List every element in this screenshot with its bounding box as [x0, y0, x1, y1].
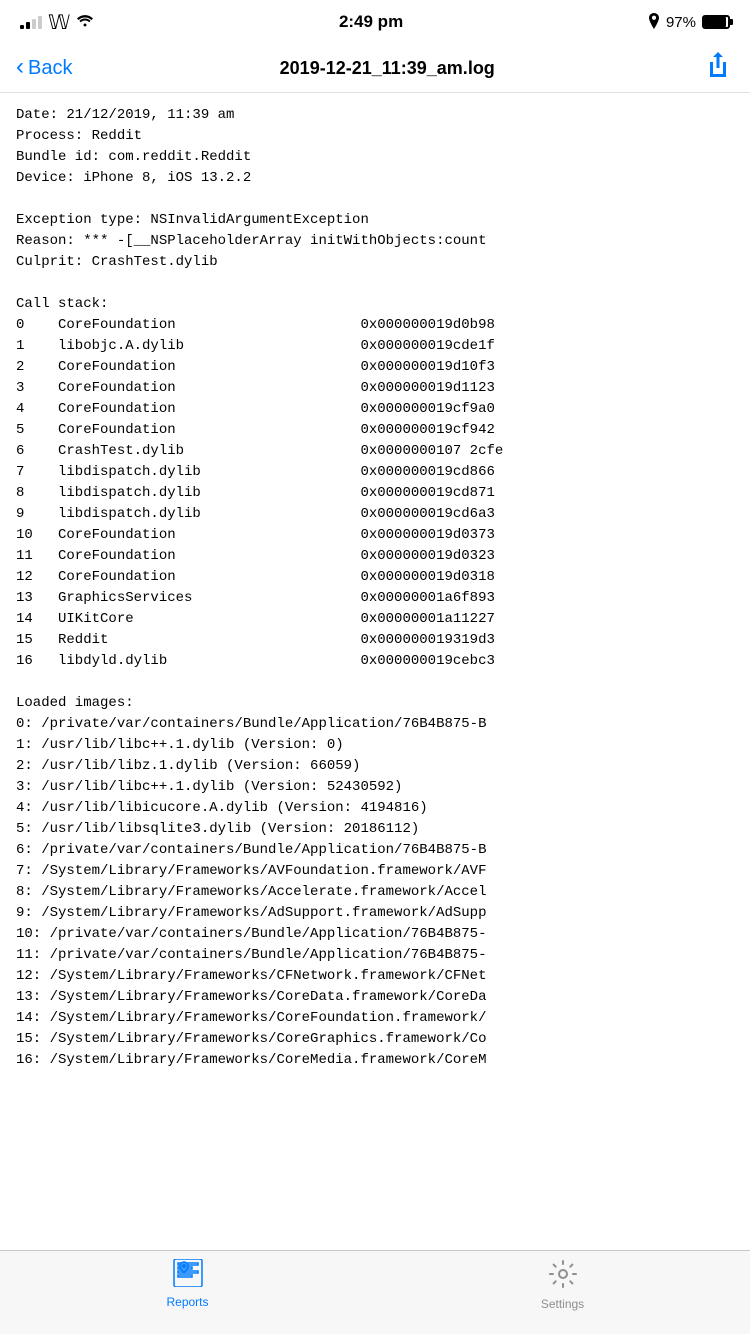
battery-percentage: 97%	[666, 14, 696, 31]
back-label: Back	[28, 57, 72, 80]
log-content: Date: 21/12/2019, 11:39 am Process: Redd…	[0, 93, 750, 1083]
settings-icon	[548, 1259, 578, 1293]
status-right: 97%	[648, 13, 730, 32]
tab-reports-label: Reports	[166, 1295, 208, 1309]
back-chevron-icon: ‹	[16, 55, 24, 79]
status-left: 𝕎	[20, 10, 94, 35]
tab-settings[interactable]: Settings	[375, 1259, 750, 1311]
reports-icon	[173, 1259, 203, 1291]
status-time: 2:49 pm	[339, 12, 403, 32]
page-title: 2019-12-21_11:39_am.log	[80, 58, 694, 79]
app-header: ‹ Back 2019-12-21_11:39_am.log	[0, 44, 750, 93]
tab-bar: Reports Settings	[0, 1250, 750, 1334]
share-icon	[706, 52, 730, 85]
battery-icon	[702, 15, 730, 29]
back-button[interactable]: ‹ Back	[16, 57, 72, 80]
status-bar: 𝕎 2:49 pm 97%	[0, 0, 750, 44]
tab-reports[interactable]: Reports	[0, 1259, 375, 1309]
wifi-icon	[76, 13, 94, 32]
share-button[interactable]	[702, 52, 734, 84]
carrier-icon: 𝕎	[48, 10, 70, 35]
location-icon	[648, 13, 660, 32]
tab-settings-label: Settings	[541, 1297, 584, 1311]
signal-icon	[20, 15, 42, 29]
